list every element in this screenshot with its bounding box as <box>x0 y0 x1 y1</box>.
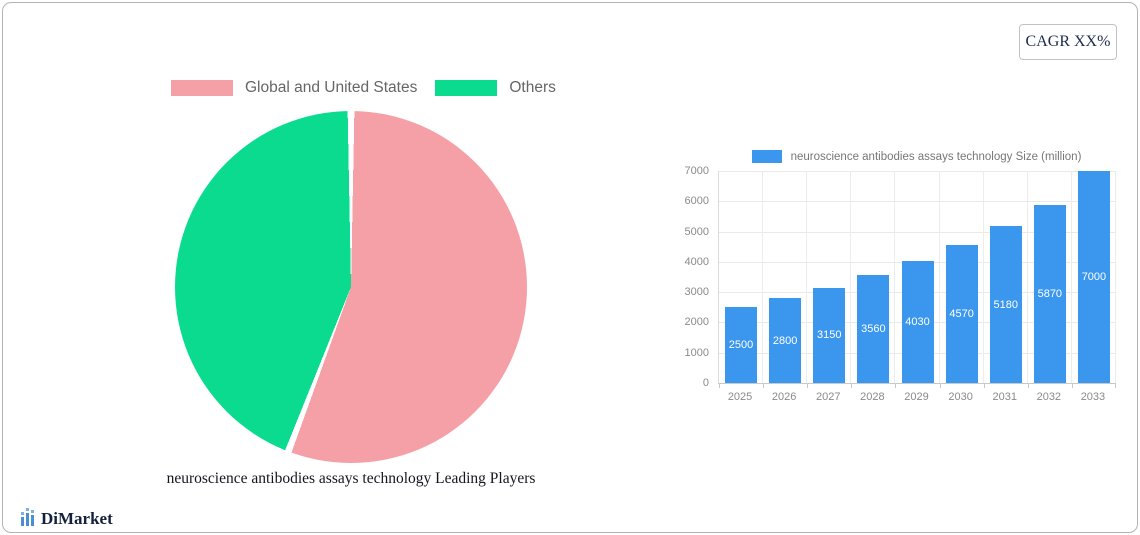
y-axis-label: 6000 <box>684 195 709 208</box>
axis-tick <box>895 384 897 388</box>
bar-legend-label: neuroscience antibodies assays technolog… <box>790 150 1082 163</box>
y-axis-label: 5000 <box>684 225 709 238</box>
axis-tick <box>1027 384 1029 388</box>
x-axis-label: 2025 <box>727 391 753 403</box>
bar-value-label: 2800 <box>772 334 798 347</box>
bar-2030: 4570 <box>945 244 978 383</box>
bar-2029: 4030 <box>901 260 934 383</box>
gridline-v <box>850 171 852 383</box>
gridline-v <box>1026 171 1028 383</box>
bar-2033: 7000 <box>1077 171 1110 383</box>
bar-2028: 3560 <box>857 275 890 383</box>
x-axis-label: 2031 <box>992 391 1017 403</box>
y-axis-label: 2000 <box>684 316 709 329</box>
bar-value-label: 5180 <box>993 298 1018 311</box>
x-axis-label: 2029 <box>904 391 929 403</box>
legend-item-others: Others <box>435 79 556 97</box>
bar-value-label: 7000 <box>1081 271 1107 283</box>
x-axis-label: 2032 <box>1036 391 1062 403</box>
gridline-v <box>806 171 808 383</box>
bar-2031: 5180 <box>989 226 1022 383</box>
gridline-h <box>719 201 1116 203</box>
axis-tick <box>939 384 941 388</box>
bar-2027: 3150 <box>813 287 846 383</box>
brand-bars-icon <box>21 508 34 526</box>
x-axis-label: 2027 <box>816 391 841 403</box>
axis-tick <box>1071 384 1073 388</box>
gridline-h <box>719 171 1116 172</box>
legend-item-global-us: Global and United States <box>171 79 417 97</box>
x-axis-label: 2033 <box>1080 391 1106 403</box>
bar-2025: 2500 <box>725 307 758 383</box>
bar-value-label: 4570 <box>949 307 974 320</box>
x-axis-label: 2028 <box>860 391 885 403</box>
bar-legend-swatch <box>751 150 782 163</box>
brand-logo: DiMarket <box>21 508 113 527</box>
y-axis-label: 0 <box>702 377 709 389</box>
y-axis-label: 7000 <box>684 165 709 177</box>
y-axis-label: 3000 <box>684 286 709 299</box>
axis-tick <box>1115 384 1116 388</box>
pie-caption: neuroscience antibodies assays technolog… <box>166 470 536 487</box>
axis-tick <box>983 384 985 388</box>
axis-tick <box>851 384 853 388</box>
cagr-badge: CAGR XX% <box>1019 24 1117 60</box>
bar-value-label: 3150 <box>817 329 842 342</box>
gridline-v <box>894 171 896 383</box>
legend-swatch-global-us <box>171 80 233 96</box>
bar-value-label: 3560 <box>861 323 886 336</box>
gridline-v <box>982 171 984 383</box>
x-axis-label: 2030 <box>948 391 973 403</box>
gridline-v <box>1070 171 1072 383</box>
bar-value-label: 2500 <box>728 339 754 352</box>
bar-legend: neuroscience antibodies assays technolog… <box>718 150 1115 163</box>
legend-label-others: Others <box>509 79 556 96</box>
y-axis-label: 1000 <box>684 346 709 359</box>
brand-name: DiMarket <box>41 509 113 528</box>
report-card: CAGR XX% Global and United States Others… <box>2 2 1138 533</box>
bar-value-label: 5870 <box>1037 288 1063 301</box>
pie-chart <box>175 111 527 463</box>
y-axis-label: 4000 <box>684 255 709 268</box>
gridline-v <box>762 171 764 383</box>
bar-value-label: 4030 <box>905 315 930 328</box>
bar-2026: 2800 <box>769 298 802 383</box>
axis-tick <box>807 384 809 388</box>
legend-swatch-others <box>435 80 498 96</box>
axis-tick <box>763 384 765 388</box>
gridline-v <box>1115 171 1116 383</box>
gridline-v <box>938 171 940 383</box>
bar-2032: 5870 <box>1033 205 1066 383</box>
legend-label-global-us: Global and United States <box>245 79 418 96</box>
bar-plot: 2500 2800 3150 3560 4030 4570 5180 5870 7000 <box>718 171 1116 388</box>
x-axis-label: 2026 <box>771 391 797 403</box>
pie-legend: Global and United States Others <box>171 79 556 97</box>
bar-chart: neuroscience antibodies assays technolog… <box>663 148 1133 418</box>
axis-tick <box>719 384 720 388</box>
